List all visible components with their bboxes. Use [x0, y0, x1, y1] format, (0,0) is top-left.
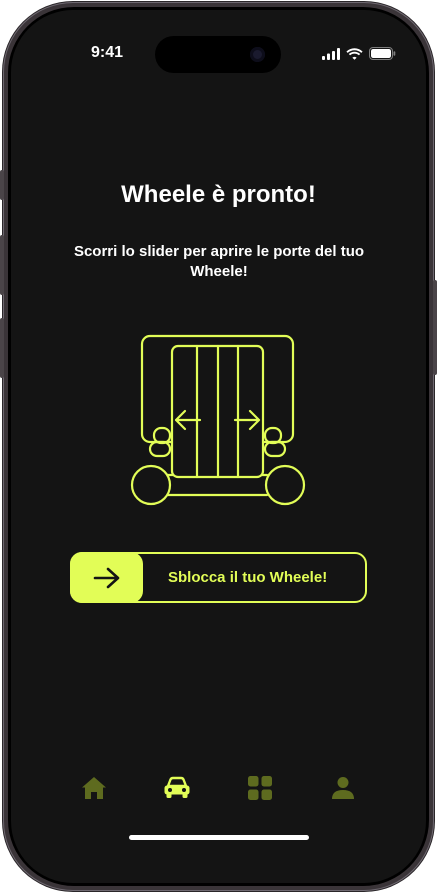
status-time: 9:41 [90, 44, 124, 61]
slider-label: Sblocca il tuo Wheele! [168, 569, 328, 586]
app-screen: 9:41 Wheele è pronto! Scorri lo slider p… [11, 10, 426, 883]
cellular-signal-icon [322, 47, 340, 60]
grid-icon [248, 776, 272, 800]
status-icons [322, 47, 396, 60]
power-button [433, 280, 437, 375]
battery-icon [369, 47, 396, 60]
tab-bar [11, 768, 426, 808]
tab-profile[interactable] [323, 768, 363, 808]
wheele-vehicle-doors-icon [130, 334, 306, 506]
home-indicator[interactable] [129, 835, 309, 840]
car-icon [164, 776, 190, 798]
wifi-icon [346, 47, 363, 60]
page-subtitle: Scorri lo slider per aprire le porte del… [73, 243, 365, 280]
volume-up-button [0, 235, 4, 295]
home-icon [82, 777, 106, 799]
front-camera-icon [250, 47, 265, 62]
dynamic-island [155, 36, 281, 73]
arrow-right-icon [93, 567, 119, 588]
unlock-slider[interactable]: Sblocca il tuo Wheele! [70, 552, 367, 603]
tab-car[interactable] [157, 768, 197, 808]
volume-down-button [0, 318, 4, 378]
user-icon [332, 777, 354, 799]
page-title: Wheele è pronto! [121, 181, 316, 208]
tab-home[interactable] [74, 768, 114, 808]
action-button [0, 170, 4, 200]
tab-grid[interactable] [240, 768, 280, 808]
slider-handle[interactable] [70, 552, 143, 603]
